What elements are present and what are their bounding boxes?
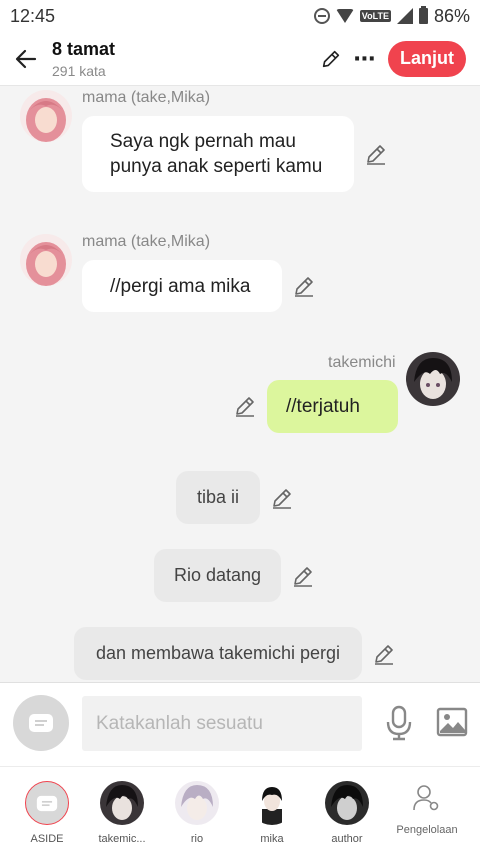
message-line: Saya ngk pernah mau xyxy=(110,131,296,152)
signal-icon xyxy=(396,8,413,24)
character-label: takemic... xyxy=(98,833,146,845)
message-bubble-own[interactable]: //terjatuh xyxy=(267,380,398,433)
edit-icon[interactable] xyxy=(233,394,257,418)
do-not-disturb-icon xyxy=(313,8,330,24)
sender-name: mama (take,Mika) xyxy=(82,89,211,106)
avatar-mama[interactable] xyxy=(20,90,72,142)
message-input-bar xyxy=(0,682,480,766)
character-author[interactable]: author xyxy=(312,781,382,845)
character-label: rio xyxy=(190,833,204,845)
edit-title-button[interactable] xyxy=(314,39,348,79)
character-tray: ASIDE takemic... rio mika author Pengelo… xyxy=(0,766,480,854)
edit-icon[interactable] xyxy=(372,642,396,666)
aside-avatar xyxy=(25,781,69,825)
chat-area[interactable]: mama (take,Mika) Saya ngk pernah mau pun… xyxy=(0,86,480,682)
avatar xyxy=(325,781,369,825)
aside-icon xyxy=(29,714,53,732)
message-bubble[interactable]: //pergi ama mika xyxy=(82,260,282,312)
status-icons: VoLTE 86% xyxy=(313,5,470,27)
narration-bubble[interactable]: tiba ii xyxy=(176,471,260,524)
manage-label: Pengelolaan xyxy=(396,824,458,836)
avatar xyxy=(250,781,294,825)
edit-icon[interactable] xyxy=(270,486,294,510)
image-icon[interactable] xyxy=(436,707,468,737)
message-bubble[interactable]: Saya ngk pernah mau punya anak seperti k… xyxy=(82,116,354,192)
character-label: mika xyxy=(260,833,284,845)
app-header: 8 tamat 291 kata ⋯ Lanjut xyxy=(0,32,480,86)
avatar-takemichi[interactable] xyxy=(406,352,460,406)
edit-icon[interactable] xyxy=(291,564,315,588)
narration-bubble[interactable]: Rio datang xyxy=(154,549,281,602)
aside-toggle-button[interactable] xyxy=(13,695,69,751)
sender-name: takemichi xyxy=(328,354,396,371)
more-icon: ⋯ xyxy=(353,45,377,71)
word-count: 291 kata xyxy=(52,62,106,79)
chat-story-screen: 12:45 VoLTE 86% 8 tamat 291 kata ⋯ Lanju… xyxy=(0,0,480,854)
avatar xyxy=(175,781,219,825)
avatar xyxy=(100,781,144,825)
character-rio[interactable]: rio xyxy=(162,781,232,845)
status-time: 12:45 xyxy=(10,5,56,26)
battery-icon xyxy=(418,6,428,24)
character-takemichi[interactable]: takemic... xyxy=(87,781,157,845)
manage-characters-button[interactable]: Pengelolaan xyxy=(390,783,464,836)
edit-icon[interactable] xyxy=(292,274,316,298)
edit-icon[interactable] xyxy=(364,142,388,166)
status-bar: 12:45 VoLTE 86% xyxy=(0,0,480,32)
manage-person-icon xyxy=(413,785,439,811)
character-mika[interactable]: mika xyxy=(237,781,307,845)
character-label: author xyxy=(331,833,363,845)
more-options-button[interactable]: ⋯ xyxy=(348,39,382,79)
wifi-icon xyxy=(335,9,354,23)
next-button[interactable]: Lanjut xyxy=(388,40,466,77)
battery-level: 86% xyxy=(433,5,470,26)
back-button[interactable] xyxy=(0,32,52,86)
pencil-icon xyxy=(322,50,340,67)
aside-icon xyxy=(36,795,58,811)
message-input[interactable] xyxy=(82,696,362,751)
character-label: ASIDE xyxy=(30,833,64,845)
microphone-icon[interactable] xyxy=(384,705,414,741)
story-title: 8 tamat xyxy=(52,38,116,59)
sender-name: mama (take,Mika) xyxy=(82,233,211,250)
header-titles: 8 tamat 291 kata xyxy=(52,39,314,79)
avatar-mama[interactable] xyxy=(20,234,72,286)
back-arrow-icon xyxy=(15,49,37,68)
character-aside[interactable]: ASIDE xyxy=(12,781,82,845)
volte-badge: VoLTE xyxy=(359,10,391,22)
message-line: punya anak seperti kamu xyxy=(110,156,323,177)
narration-bubble[interactable]: dan membawa takemichi pergi xyxy=(74,627,362,680)
